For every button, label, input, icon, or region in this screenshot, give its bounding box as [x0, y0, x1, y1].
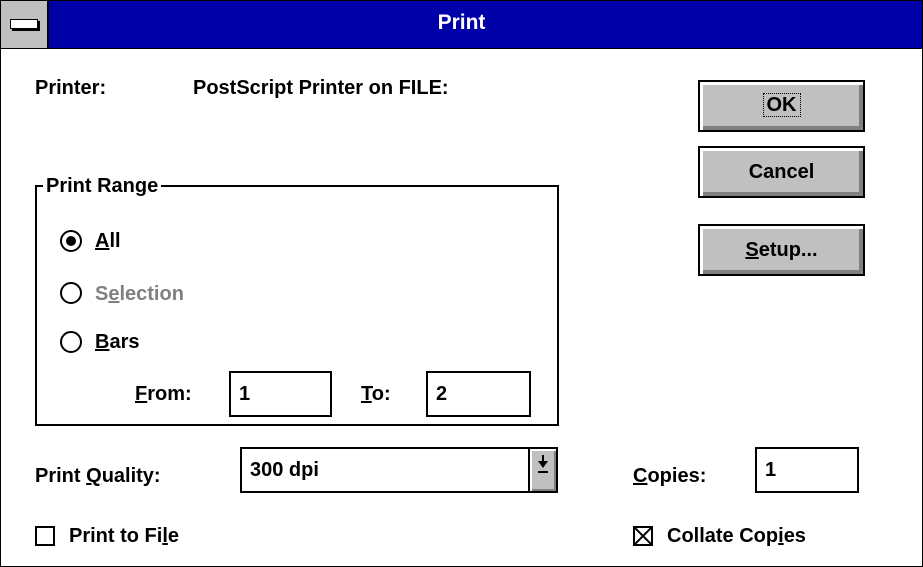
radio-selection — [60, 282, 82, 304]
copies-value: 1 — [765, 459, 777, 481]
print-dialog: Print Printer: PostScript Printer on FIL… — [0, 0, 923, 567]
title-bar[interactable]: Print — [1, 1, 922, 49]
print-quality-select[interactable]: 300 dpi — [240, 447, 558, 493]
cancel-button[interactable]: Cancel — [698, 146, 865, 198]
radio-all[interactable] — [60, 230, 82, 252]
to-value: 2 — [436, 383, 448, 405]
collate-copies-checkbox[interactable] — [633, 526, 653, 546]
print-quality-value: 300 dpi — [250, 459, 319, 481]
print-to-file-label[interactable]: Print to File — [69, 525, 179, 548]
dropdown-button[interactable] — [528, 449, 556, 491]
print-quality-label: Print Quality: — [35, 465, 161, 487]
to-label: To: — [361, 383, 391, 405]
radio-selection-label: Selection — [95, 283, 184, 305]
cancel-button-label: Cancel — [748, 161, 815, 183]
setup-button[interactable]: Setup... — [698, 224, 865, 276]
collate-copies-label[interactable]: Collate Copies — [667, 525, 806, 548]
ok-button[interactable]: OK — [698, 80, 865, 132]
copies-input[interactable]: 1 — [755, 447, 859, 493]
printer-label: Printer: — [35, 77, 107, 99]
print-to-file-checkbox[interactable] — [35, 526, 55, 546]
printer-name: PostScript Printer on FILE: — [193, 77, 449, 99]
radio-bars-label[interactable]: Bars — [95, 331, 139, 354]
radio-bars[interactable] — [60, 331, 82, 353]
print-range-legend: Print Range — [43, 175, 162, 198]
checkmark-x-icon — [635, 528, 651, 544]
from-label: From: — [135, 383, 192, 405]
radio-selected-dot — [66, 236, 76, 246]
setup-button-label: Setup... — [745, 239, 818, 261]
to-input[interactable]: 2 — [426, 371, 531, 417]
copies-label: Copies: — [633, 465, 707, 487]
from-value: 1 — [239, 383, 251, 405]
radio-all-label[interactable]: All — [95, 230, 121, 253]
ok-button-label: OK — [762, 93, 801, 117]
window-title: Print — [437, 11, 486, 34]
from-input[interactable]: 1 — [229, 371, 332, 417]
